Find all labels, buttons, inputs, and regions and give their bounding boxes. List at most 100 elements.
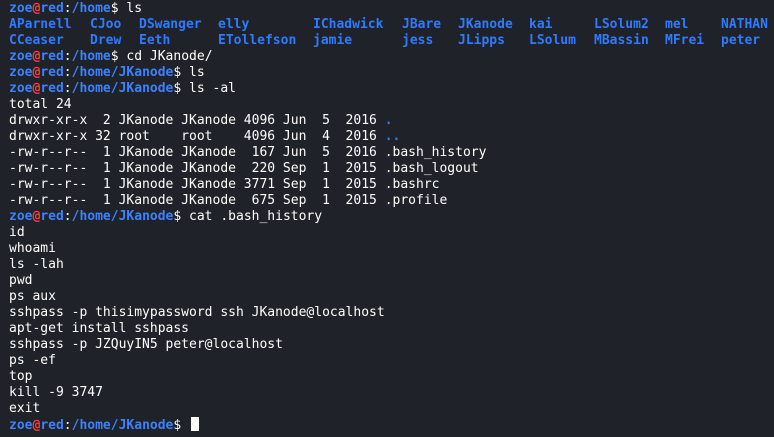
prompt-colon: :: [63, 65, 72, 80]
output-line: id: [9, 225, 25, 241]
file-details: -rw-r--r-- 1 JKanode JKanode 167 Jun 5 2…: [9, 145, 385, 160]
directory-entry: CJoo: [90, 17, 122, 32]
prompt-dollar: $: [173, 81, 190, 96]
prompt-line: zoe@red:/home$ cd JKanode/: [9, 49, 213, 65]
command-text: cd JKanode/: [126, 49, 213, 64]
output-line: ls -lah: [9, 257, 64, 273]
file-name: .bash_logout: [384, 161, 479, 176]
prompt-dollar: $: [110, 49, 127, 64]
prompt-colon: :: [63, 49, 72, 64]
output-text: sshpass -p JZQuyIN5 peter@localhost: [9, 337, 283, 352]
prompt-host: red: [40, 209, 64, 224]
directory-name: .: [384, 113, 393, 128]
prompt-host: red: [40, 49, 64, 64]
prompt-dollar: $: [173, 418, 190, 433]
directory-entry: kai: [529, 17, 553, 32]
directory-entry: JBare: [402, 17, 442, 32]
command-text: ls: [189, 65, 205, 80]
prompt-path: /home: [71, 49, 111, 64]
directory-entry: JKanode: [458, 17, 513, 32]
file-details: -rw-r--r-- 1 JKanode JKanode 220 Sep 1 2…: [9, 161, 385, 176]
output-text: exit: [9, 401, 41, 416]
output-line: kill -9 3747: [9, 385, 103, 401]
command-text: ls: [126, 1, 143, 16]
terminal-window[interactable]: zoe@red:/home$ ls AParnell CJoo DSwanger ell…: [0, 0, 774, 437]
prompt-path: /home/JKanode: [71, 81, 174, 96]
directory-entry: jamie: [313, 33, 353, 48]
prompt-dollar: $: [110, 1, 127, 16]
file-details: -rw-r--r-- 1 JKanode JKanode 3771 Sep 1 …: [9, 177, 385, 192]
active-prompt-line[interactable]: zoe@red:/home/JKanode$: [9, 417, 200, 433]
prompt-user: zoe: [9, 1, 33, 16]
output-text: pwd: [9, 273, 33, 288]
file-listing-row: drwxr-xr-x 2 JKanode JKanode 4096 Jun 5 …: [9, 113, 393, 129]
directory-entry: Eeth: [139, 33, 171, 48]
output-line: apt-get install sshpass: [9, 321, 189, 337]
prompt-colon: :: [63, 418, 72, 433]
file-listing-row: -rw-r--r-- 1 JKanode JKanode 3771 Sep 1 …: [9, 177, 439, 193]
prompt-line: zoe@red:/home/JKanode$ cat .bash_history: [9, 209, 322, 225]
directory-entry: LSolum2: [594, 17, 649, 32]
file-name: .bash_history: [384, 145, 487, 160]
prompt-line: zoe@red:/home/JKanode$ ls -al: [9, 81, 236, 97]
output-line: ps -ef: [9, 353, 56, 369]
output-text: ls -lah: [9, 257, 64, 272]
directory-name: ..: [384, 129, 401, 144]
file-details: drwxr-xr-x 32 root root 4096 Jun 4 2016: [9, 129, 385, 144]
directory-entry: CCeaser: [9, 33, 64, 48]
output-text: ps -ef: [9, 353, 56, 368]
prompt-host: red: [40, 65, 64, 80]
prompt-colon: :: [63, 81, 72, 96]
file-name: .profile: [384, 193, 448, 208]
prompt-dollar: $: [173, 65, 190, 80]
prompt-user: zoe: [9, 65, 33, 80]
prompt-line: zoe@red:/home$ ls: [9, 1, 142, 17]
directory-entry: jess: [402, 33, 434, 48]
ls-output-row: AParnell CJoo DSwanger elly IChadwick JBare JK…: [0, 17, 774, 33]
output-line: sshpass -p JZQuyIN5 peter@localhost: [9, 337, 283, 353]
file-details: drwxr-xr-x 2 JKanode JKanode 4096 Jun 5 …: [9, 113, 385, 128]
prompt-host: red: [40, 1, 64, 16]
file-listing-row: drwxr-xr-x 32 root root 4096 Jun 4 2016 …: [9, 129, 400, 145]
prompt-path: /home/JKanode: [71, 65, 174, 80]
output-text: top: [9, 369, 33, 384]
directory-entry: MFrei: [665, 33, 705, 48]
directory-entry: JLipps: [458, 33, 505, 48]
directory-entry: elly: [218, 17, 250, 32]
prompt-dollar: $: [173, 209, 190, 224]
prompt-path: /home/JKanode: [71, 418, 174, 433]
prompt-host: red: [40, 418, 64, 433]
output-text: ps aux: [9, 289, 56, 304]
cursor-block[interactable]: [191, 417, 200, 431]
file-details: -rw-r--r-- 1 JKanode JKanode 675 Sep 1 2…: [9, 193, 385, 208]
directory-entry: LSolum: [529, 33, 576, 48]
output-text: apt-get install sshpass: [9, 321, 190, 336]
command-text: ls -al: [189, 81, 236, 96]
output-text: kill -9 3747: [9, 385, 103, 400]
command-text: cat .bash_history: [189, 209, 323, 224]
file-name: .bashrc: [384, 177, 440, 192]
prompt-path: /home/JKanode: [71, 209, 174, 224]
output-text: id: [9, 225, 25, 240]
output-line: total 24: [9, 97, 72, 113]
prompt-user: zoe: [9, 209, 33, 224]
output-line: whoami: [9, 241, 56, 257]
output-line: pwd: [9, 273, 32, 289]
directory-entry: AParnell: [9, 17, 72, 32]
directory-entry: peter: [721, 33, 761, 48]
ls-output-row: CCeaser Drew Eeth ETollefson jamie jess JLipps…: [0, 33, 774, 49]
directory-entry: Drew: [90, 33, 122, 48]
directory-entry: IChadwick: [313, 17, 384, 32]
prompt-user: zoe: [9, 418, 33, 433]
output-line: top: [9, 369, 32, 385]
directory-entry: MBassin: [594, 33, 649, 48]
directory-entry: DSwanger: [139, 17, 202, 32]
file-listing-row: -rw-r--r-- 1 JKanode JKanode 675 Sep 1 2…: [9, 193, 447, 209]
prompt-host: red: [40, 81, 64, 96]
prompt-path: /home: [71, 1, 111, 16]
prompt-line: zoe@red:/home/JKanode$ ls: [9, 65, 205, 81]
directory-entry: ETollefson: [218, 33, 297, 48]
output-text: whoami: [9, 241, 56, 256]
output-line: sshpass -p thisimypassword ssh JKanode@l…: [9, 305, 385, 321]
output-line: ps aux: [9, 289, 56, 305]
